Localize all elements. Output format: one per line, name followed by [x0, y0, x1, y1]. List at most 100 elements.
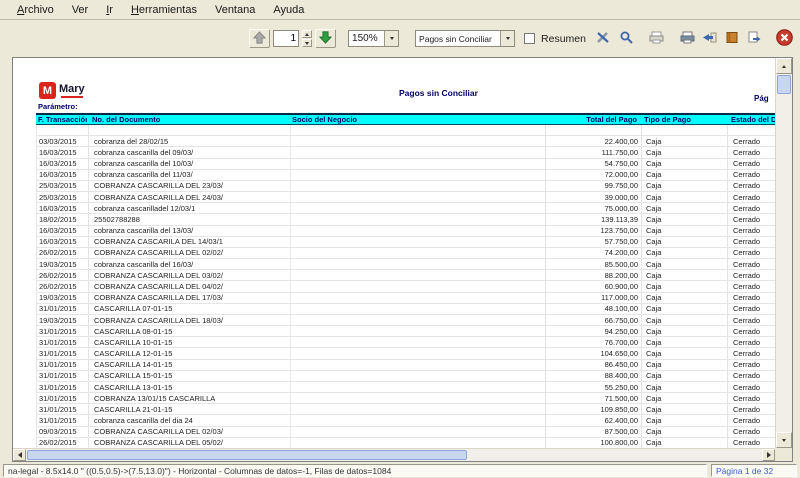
- table-row: 31/01/2015 CASCARILLA 08-01-15 94.250,00…: [36, 326, 775, 337]
- cell-socio: [290, 382, 545, 392]
- cell-documento: CASCARILLA 12-01-15: [88, 348, 290, 358]
- page-down-button[interactable]: [315, 29, 336, 48]
- cell-estado: Cerrado: [727, 438, 775, 448]
- cell-estado: Cerrado: [727, 382, 775, 392]
- cell-documento: COBRANZA CASCARILLA DEL 17/03/: [88, 293, 290, 303]
- table-row: 16/03/2015 cobranza cascarilla del 11/03…: [36, 170, 775, 181]
- send-icon: [702, 31, 717, 47]
- scroll-up-button[interactable]: [776, 58, 792, 74]
- menu-item-ir[interactable]: Ir: [97, 2, 122, 18]
- document-book-button[interactable]: [722, 29, 741, 48]
- status-bar: na-legal - 8.5x14.0 " ((0.5,0.5)->(7.5,1…: [0, 463, 800, 478]
- cell-socio: [290, 438, 545, 448]
- cell-socio: [290, 147, 545, 157]
- cell-total: 74.200,00: [545, 248, 641, 258]
- cell-estado: Cerrado: [727, 214, 775, 224]
- col-header-total: Total del Pago: [544, 115, 640, 124]
- report-select[interactable]: Pagos sin Conciliar: [415, 30, 515, 47]
- cell-documento: 25502788288: [88, 214, 290, 224]
- cell-documento: cobranza cascarilla del 16/03/: [88, 259, 290, 269]
- cell-tipo: Caja: [641, 382, 727, 392]
- vertical-scrollbar[interactable]: [775, 58, 792, 448]
- cell-date: 19/03/2015: [37, 259, 88, 269]
- page-setup-button[interactable]: [647, 29, 666, 48]
- menu-item-herramientas[interactable]: Herramientas: [122, 2, 206, 18]
- horizontal-scrollbar[interactable]: [13, 448, 775, 461]
- send-button[interactable]: [700, 29, 719, 48]
- cell-estado: Cerrado: [727, 270, 775, 280]
- report-select-value: Pagos sin Conciliar: [416, 31, 500, 46]
- spinner-down-button[interactable]: [302, 39, 312, 47]
- cell-estado: Cerrado: [727, 293, 775, 303]
- cell-total: 100.800,00: [545, 438, 641, 448]
- table-row: 09/03/2015 COBRANZA CASCARILLA DEL 02/03…: [36, 427, 775, 438]
- cell-tipo: Caja: [641, 192, 727, 202]
- menu-item-archivo[interactable]: Archivo: [8, 2, 63, 18]
- cell-tipo: Caja: [641, 393, 727, 403]
- tools-icon: [596, 31, 611, 47]
- cell-documento: cobranza cascarilla del 13/03/: [88, 226, 290, 236]
- cell-socio: [290, 159, 545, 169]
- cell-tipo: Caja: [641, 326, 727, 336]
- cell-total: 123.750,00: [545, 226, 641, 236]
- vertical-scroll-thumb[interactable]: [777, 75, 791, 94]
- cell-date: 16/03/2015: [37, 147, 88, 157]
- cell-documento: COBRANZA CASCARILLA DEL 05/02/: [88, 438, 290, 448]
- cell-tipo: Caja: [641, 170, 727, 180]
- cell-total: 104.650,00: [545, 348, 641, 358]
- zoom-dropdown-button[interactable]: [384, 31, 398, 46]
- menu-item-ayuda[interactable]: Ayuda: [264, 2, 313, 18]
- cell-documento: CASCARILLA 07-01-15: [88, 304, 290, 314]
- cell-estado: Cerrado: [727, 192, 775, 202]
- cell-date: [37, 125, 88, 135]
- cell-estado: Cerrado: [727, 281, 775, 291]
- resumen-label: Resumen: [541, 33, 586, 45]
- zoom-select[interactable]: 150%: [348, 30, 399, 47]
- cell-estado: [727, 125, 775, 135]
- cell-date: 26/02/2015: [37, 281, 88, 291]
- print-button[interactable]: [678, 29, 697, 48]
- close-icon: [776, 29, 793, 49]
- cell-estado: Cerrado: [727, 427, 775, 437]
- scroll-left-button[interactable]: [13, 449, 26, 461]
- cell-date: 31/01/2015: [37, 348, 88, 358]
- cell-documento: COBRANZA CASCARILA DEL 14/03/1: [88, 237, 290, 247]
- search-button[interactable]: [616, 29, 635, 48]
- cell-date: 26/02/2015: [37, 270, 88, 280]
- export-button[interactable]: [744, 29, 763, 48]
- cell-estado: Cerrado: [727, 159, 775, 169]
- cell-total: 66.750,00: [545, 315, 641, 325]
- scroll-down-button[interactable]: [776, 432, 792, 448]
- page-number-input[interactable]: [273, 30, 299, 47]
- export-icon: [747, 31, 761, 47]
- cell-tipo: Caja: [641, 404, 727, 414]
- table-row: 19/03/2015 cobranza cascarilla del 16/03…: [36, 259, 775, 270]
- cell-tipo: Caja: [641, 203, 727, 213]
- cell-estado: Cerrado: [727, 203, 775, 213]
- cell-documento: COBRANZA CASCARILLA DEL 02/03/: [88, 427, 290, 437]
- cell-tipo: Caja: [641, 337, 727, 347]
- cell-documento: COBRANZA 13/01/15 CASCARILLA: [88, 393, 290, 403]
- cell-socio: [290, 371, 545, 381]
- horizontal-scroll-thumb[interactable]: [27, 450, 467, 460]
- menu-item-ventana[interactable]: Ventana: [206, 2, 264, 18]
- col-header-documento: No. del Documento: [87, 115, 289, 124]
- cell-socio: [290, 226, 545, 236]
- page-up-button[interactable]: [249, 29, 270, 48]
- close-button[interactable]: [775, 30, 793, 48]
- cell-date: 31/01/2015: [37, 360, 88, 370]
- report-table: F. Transacción No. del Documento Socio d…: [36, 113, 775, 448]
- cell-documento: CASCARILLA 08-01-15: [88, 326, 290, 336]
- scroll-right-button[interactable]: [762, 449, 775, 461]
- spinner-up-button[interactable]: [302, 30, 312, 38]
- cell-documento: cobranza cascarilla del 11/03/: [88, 170, 290, 180]
- tools-button[interactable]: [594, 29, 613, 48]
- cell-tipo: Caja: [641, 293, 727, 303]
- resumen-checkbox[interactable]: [524, 33, 535, 44]
- cell-tipo: Caja: [641, 348, 727, 358]
- cell-total: 139.113,39: [545, 214, 641, 224]
- scroll-right-icon: [767, 452, 771, 458]
- report-dropdown-button[interactable]: [500, 31, 514, 46]
- menu-item-ver[interactable]: Ver: [63, 2, 98, 18]
- cell-tipo: Caja: [641, 415, 727, 425]
